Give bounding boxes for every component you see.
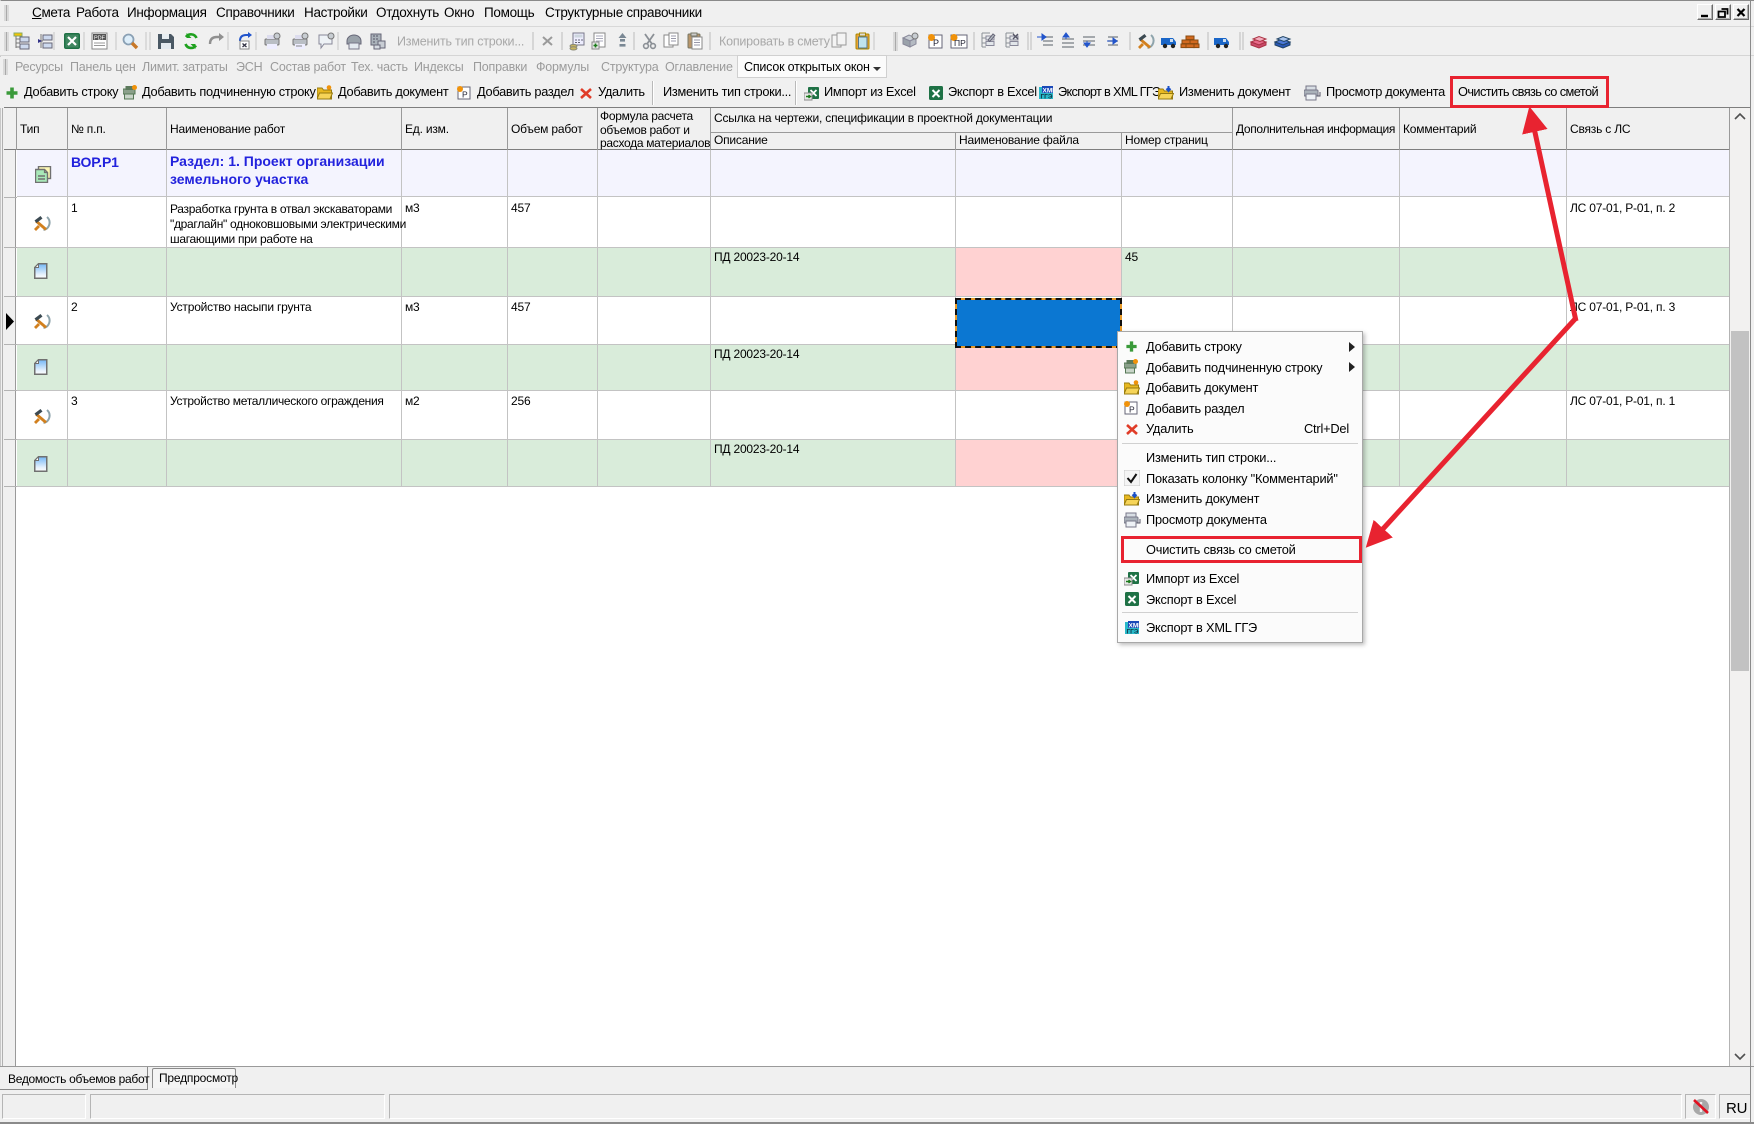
svg-text:Копировать в смету: Копировать в смету (719, 35, 831, 49)
svg-text:ПР: ПР (954, 38, 966, 48)
svg-text:PDF: PDF (94, 36, 106, 42)
svg-text:P: P (933, 38, 939, 48)
svg-text:Изменить тип строки...: Изменить тип строки... (397, 35, 524, 49)
